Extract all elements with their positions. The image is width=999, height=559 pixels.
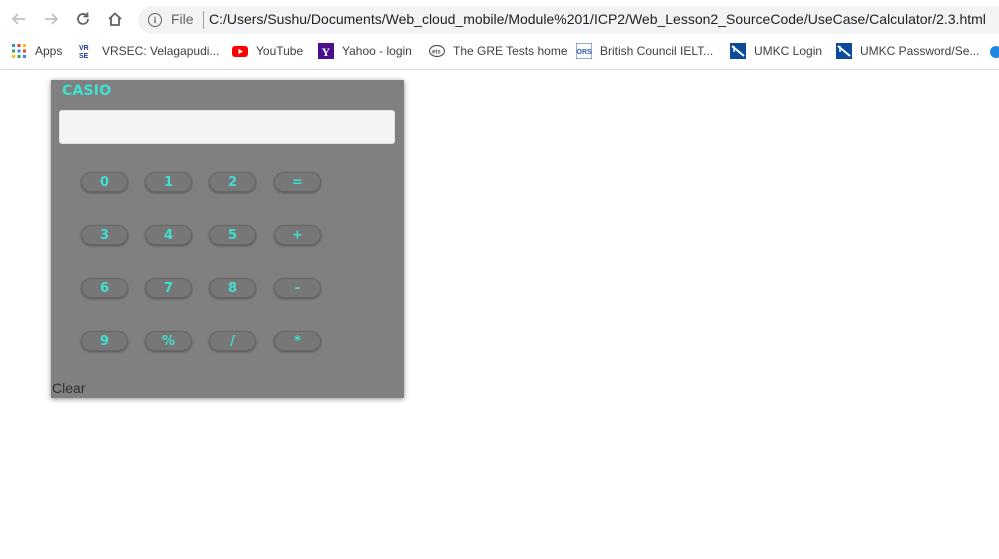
key-2[interactable]: 2 [209, 172, 256, 192]
bookmark-label: Yahoo - login [342, 44, 412, 58]
forward-button[interactable] [40, 8, 62, 30]
calculator-brand: CASIO [62, 83, 112, 99]
bookmark-british-council[interactable]: ORS British Council IELT... [575, 42, 714, 60]
key-percent[interactable]: % [145, 331, 192, 351]
svg-text:Y: Y [322, 45, 331, 59]
clear-button[interactable]: Clear [52, 380, 85, 396]
key-divide[interactable]: / [209, 331, 256, 351]
key-plus[interactable]: + [274, 225, 321, 245]
bookmark-label: UMKC Login [754, 44, 823, 58]
scheme-label: File [171, 11, 194, 27]
vrsec-icon: VR SE [78, 43, 94, 60]
yahoo-icon: Y [318, 43, 334, 59]
address-bar[interactable]: i File C:/Users/Sushu/Documents/Web_clou… [138, 6, 999, 34]
calculator: CASIO 0 1 2 = 3 4 5 + 6 7 8 - 9 % / * Cl… [51, 80, 404, 398]
ets-icon: ets [428, 43, 446, 59]
info-icon[interactable]: i [148, 13, 162, 27]
bookmarks-bar: Apps VR SE VRSEC: Velagapudi... YouTube Y… [0, 38, 999, 64]
arrow-left-icon [11, 13, 25, 25]
svg-text:ets: ets [432, 50, 441, 56]
key-0[interactable]: 0 [81, 172, 128, 192]
svg-text:SE: SE [79, 53, 89, 59]
key-multiply[interactable]: * [274, 331, 321, 351]
home-icon [108, 12, 122, 26]
bookmark-umkc-login[interactable]: UMKC Login [730, 42, 822, 60]
bookmark-label: The GRE Tests home [453, 44, 568, 58]
key-7[interactable]: 7 [145, 278, 192, 298]
bookmark-youtube[interactable]: YouTube [232, 42, 303, 60]
key-8[interactable]: 8 [209, 278, 256, 298]
bookmark-overflow[interactable] [988, 42, 999, 60]
key-1[interactable]: 1 [145, 172, 192, 192]
url-text[interactable]: C:/Users/Sushu/Documents/Web_cloud_mobil… [209, 11, 986, 27]
toolbar-divider [0, 69, 999, 70]
home-button[interactable] [104, 8, 126, 30]
umkc-icon [730, 43, 746, 59]
bookmark-label: VRSEC: Velagapudi... [102, 44, 220, 58]
svg-text:VR: VR [79, 45, 89, 52]
bookmark-label: UMKC Password/Se... [860, 44, 980, 58]
bookmark-label: British Council IELT... [600, 44, 714, 58]
key-5[interactable]: 5 [209, 225, 256, 245]
key-3[interactable]: 3 [81, 225, 128, 245]
key-equals[interactable]: = [274, 172, 321, 192]
bookmark-umkc-password[interactable]: UMKC Password/Se... [836, 42, 979, 60]
omnibox-separator [203, 11, 204, 29]
bookmark-yahoo[interactable]: Y Yahoo - login [318, 42, 412, 60]
umkc-icon [836, 43, 852, 59]
cloud-icon [988, 43, 999, 59]
key-6[interactable]: 6 [81, 278, 128, 298]
key-9[interactable]: 9 [81, 331, 128, 351]
key-4[interactable]: 4 [145, 225, 192, 245]
key-minus[interactable]: - [274, 278, 321, 298]
apps-grid-icon [11, 43, 27, 59]
calculator-display[interactable] [59, 110, 395, 144]
british-council-icon: ORS [575, 42, 593, 60]
svg-text:ORS: ORS [577, 49, 593, 56]
reload-icon [77, 12, 89, 25]
back-button[interactable] [8, 8, 30, 30]
bookmark-vrsec[interactable]: VR SE VRSEC: Velagapudi... [78, 42, 219, 60]
browser-toolbar: i File C:/Users/Sushu/Documents/Web_clou… [0, 0, 999, 38]
youtube-icon [232, 43, 248, 59]
arrow-right-icon [45, 13, 59, 25]
reload-button[interactable] [72, 8, 94, 30]
bookmark-label: Apps [35, 44, 63, 58]
bookmark-gre[interactable]: ets The GRE Tests home [428, 42, 568, 60]
bookmark-label: YouTube [256, 44, 304, 58]
bookmark-apps[interactable]: Apps [11, 42, 62, 60]
